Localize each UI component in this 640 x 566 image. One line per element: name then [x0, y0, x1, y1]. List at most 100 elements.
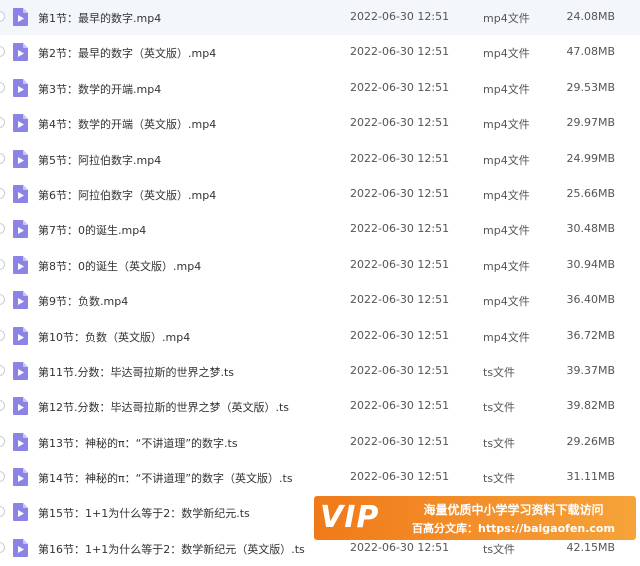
video-file-icon [13, 78, 28, 97]
file-size: 30.94MB [566, 257, 615, 271]
file-size: 36.72MB [566, 328, 615, 342]
row-checkbox[interactable] [0, 46, 5, 58]
file-modified-date: 2022-06-30 12:51 [350, 363, 450, 377]
file-name[interactable]: 第14节：神秘的π：“不讲道理”的数字（英文版）.ts [38, 470, 293, 486]
file-name[interactable]: 第2节：最早的数字（英文版）.mp4 [38, 45, 216, 61]
file-size: 30.48MB [566, 222, 615, 236]
file-row[interactable]: 第11节.分数：毕达哥拉斯的世界之梦.ts 2022-06-30 12:51 t… [0, 354, 640, 389]
row-checkbox[interactable] [0, 258, 5, 270]
file-row[interactable]: 第5节：阿拉伯数字.mp4 2022-06-30 12:51 mp4文件 24.… [0, 142, 640, 177]
video-file-icon [13, 220, 28, 239]
video-file-icon [13, 8, 28, 26]
video-file-icon [13, 184, 28, 203]
video-file-icon [13, 43, 28, 62]
file-modified-date: 2022-06-30 12:51 [350, 434, 450, 448]
file-modified-date: 2022-06-30 12:51 [350, 80, 450, 94]
row-checkbox[interactable] [0, 117, 5, 129]
row-checkbox[interactable] [0, 329, 5, 341]
file-type: mp4文件 [483, 188, 530, 202]
file-size: 31.11MB [566, 470, 615, 484]
file-modified-date: 2022-06-30 12:51 [350, 116, 450, 130]
file-name[interactable]: 第11节.分数：毕达哥拉斯的世界之梦.ts [38, 364, 234, 380]
file-size: 29.26MB [566, 434, 615, 448]
file-type: ts文件 [483, 401, 516, 415]
file-row[interactable]: 第1节：最早的数字.mp4 2022-06-30 12:51 mp4文件 24.… [0, 0, 640, 36]
file-type: mp4文件 [483, 47, 530, 61]
file-name[interactable]: 第1节：最早的数字.mp4 [38, 10, 161, 26]
file-modified-date: 2022-06-30 12:51 [350, 328, 450, 342]
file-type: ts文件 [483, 365, 516, 379]
file-modified-date: 2022-06-30 12:51 [350, 45, 450, 59]
file-size: 39.82MB [566, 399, 615, 413]
file-row[interactable]: 第14节：神秘的π：“不讲道理”的数字（英文版）.ts 2022-06-30 1… [0, 460, 640, 495]
file-type: mp4文件 [483, 153, 530, 167]
file-name[interactable]: 第5节：阿拉伯数字.mp4 [38, 152, 161, 168]
file-modified-date: 2022-06-30 12:51 [350, 222, 450, 236]
file-size: 39.37MB [566, 363, 615, 377]
file-modified-date: 2022-06-30 12:51 [350, 10, 450, 23]
video-file-icon [13, 326, 28, 345]
row-checkbox[interactable] [0, 400, 5, 412]
file-row[interactable]: 第13节：神秘的π：“不讲道理”的数字.ts 2022-06-30 12:51 … [0, 425, 640, 460]
file-row[interactable]: 第9节：负数.mp4 2022-06-30 12:51 mp4文件 36.40M… [0, 283, 640, 318]
file-size: 24.08MB [566, 10, 615, 23]
video-file-icon [13, 468, 28, 487]
file-name[interactable]: 第3节：数学的开端.mp4 [38, 81, 161, 97]
file-modified-date: 2022-06-30 12:51 [350, 151, 450, 165]
video-file-icon [13, 361, 28, 380]
file-row[interactable]: 第2节：最早的数字（英文版）.mp4 2022-06-30 12:51 mp4文… [0, 35, 640, 70]
file-row[interactable]: 第12节.分数：毕达哥拉斯的世界之梦（英文版）.ts 2022-06-30 12… [0, 389, 640, 424]
file-type: mp4文件 [483, 295, 530, 309]
file-modified-date: 2022-06-30 12:51 [350, 257, 450, 271]
file-name[interactable]: 第7节：0的诞生.mp4 [38, 222, 146, 238]
file-row[interactable]: 第4节：数学的开端（英文版）.mp4 2022-06-30 12:51 mp4文… [0, 106, 640, 141]
file-type: ts文件 [483, 472, 516, 486]
file-row[interactable]: 第10节：负数（英文版）.mp4 2022-06-30 12:51 mp4文件 … [0, 319, 640, 354]
vip-logo: VIP [320, 500, 380, 535]
row-checkbox[interactable] [0, 11, 5, 22]
file-name[interactable]: 第13节：神秘的π：“不讲道理”的数字.ts [38, 435, 238, 451]
row-checkbox[interactable] [0, 223, 5, 235]
file-type: ts文件 [483, 436, 516, 450]
row-checkbox[interactable] [0, 471, 5, 483]
row-checkbox[interactable] [0, 506, 5, 518]
file-name[interactable]: 第12节.分数：毕达哥拉斯的世界之梦（英文版）.ts [38, 399, 289, 415]
file-type: mp4文件 [483, 224, 530, 238]
file-size: 47.08MB [566, 45, 615, 59]
row-checkbox[interactable] [0, 541, 5, 553]
file-modified-date: 2022-06-30 12:51 [350, 399, 450, 413]
video-file-icon [13, 114, 28, 133]
vip-watermark-banner: VIP 海量优质中小学学习资料下载访问 百高分文库：https://baigao… [314, 496, 636, 540]
file-name[interactable]: 第10节：负数（英文版）.mp4 [38, 329, 190, 345]
file-name[interactable]: 第16节：1+1为什么等于2：数学新纪元（英文版）.ts [38, 541, 305, 557]
file-name[interactable]: 第4节：数学的开端（英文版）.mp4 [38, 116, 216, 132]
file-modified-date: 2022-06-30 12:51 [350, 540, 450, 554]
file-name[interactable]: 第8节：0的诞生（英文版）.mp4 [38, 258, 201, 274]
file-row[interactable]: 第8节：0的诞生（英文版）.mp4 2022-06-30 12:51 mp4文件… [0, 248, 640, 283]
video-file-icon [13, 397, 28, 416]
file-name[interactable]: 第15节：1+1为什么等于2：数学新纪元.ts [38, 505, 250, 521]
video-file-icon [13, 291, 28, 310]
vip-line1: 海量优质中小学学习资料下载访问 [423, 503, 604, 517]
file-row[interactable]: 第6节：阿拉伯数字（英文版）.mp4 2022-06-30 12:51 mp4文… [0, 177, 640, 212]
file-size: 36.40MB [566, 293, 615, 307]
row-checkbox[interactable] [0, 364, 5, 376]
file-size: 29.53MB [566, 80, 615, 94]
file-type: mp4文件 [483, 259, 530, 273]
file-row[interactable]: 第3节：数学的开端.mp4 2022-06-30 12:51 mp4文件 29.… [0, 71, 640, 106]
file-name[interactable]: 第6节：阿拉伯数字（英文版）.mp4 [38, 187, 216, 203]
row-checkbox[interactable] [0, 81, 5, 93]
file-row[interactable]: 第7节：0的诞生.mp4 2022-06-30 12:51 mp4文件 30.4… [0, 212, 640, 247]
file-modified-date: 2022-06-30 12:51 [350, 186, 450, 200]
file-size: 29.97MB [566, 116, 615, 130]
row-checkbox[interactable] [0, 294, 5, 306]
row-checkbox[interactable] [0, 152, 5, 164]
row-checkbox[interactable] [0, 435, 5, 447]
file-size: 25.66MB [566, 186, 615, 200]
row-checkbox[interactable] [0, 187, 5, 199]
file-size: 24.99MB [566, 151, 615, 165]
file-type: mp4文件 [483, 82, 530, 96]
file-name[interactable]: 第9节：负数.mp4 [38, 293, 128, 309]
file-modified-date: 2022-06-30 12:51 [350, 293, 450, 307]
file-type: mp4文件 [483, 330, 530, 344]
